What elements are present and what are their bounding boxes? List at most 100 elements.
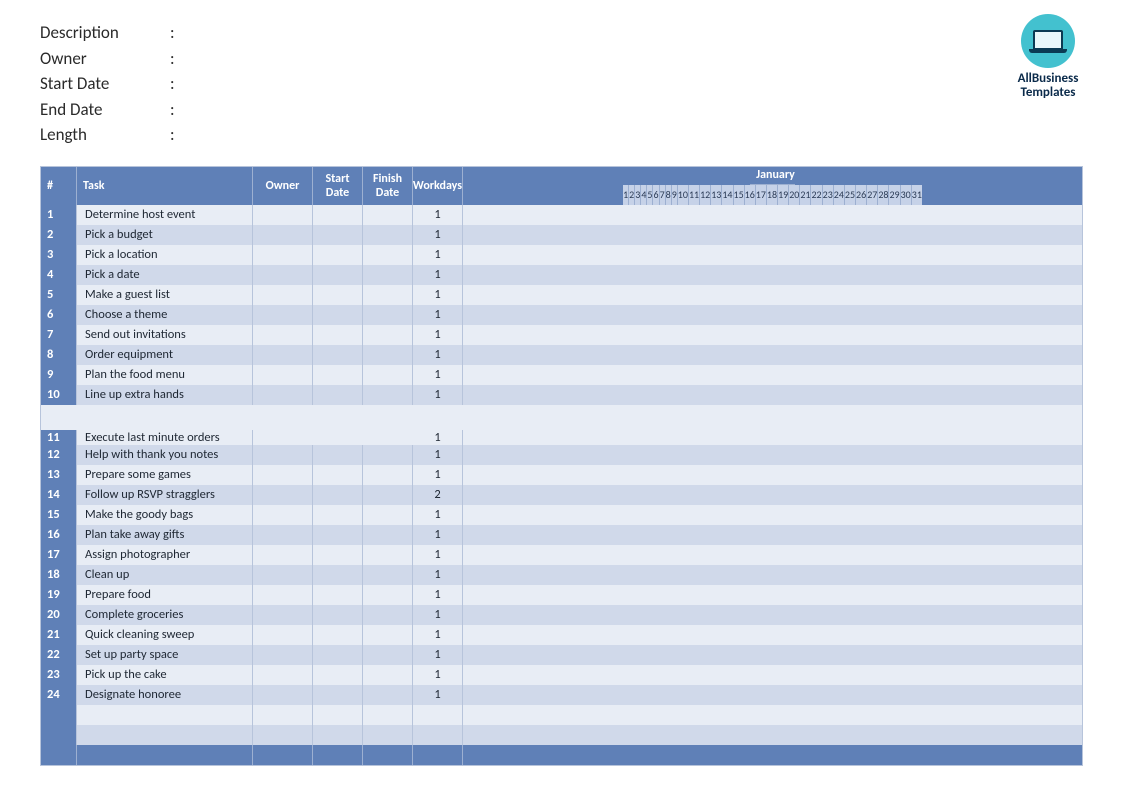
row-work[interactable]: 1 [413, 545, 463, 565]
row-owner[interactable] [253, 645, 313, 665]
row-start[interactable] [313, 245, 363, 265]
row-finish[interactable] [363, 305, 413, 325]
empty-cell[interactable] [253, 725, 313, 745]
row-owner[interactable] [253, 265, 313, 285]
empty-cell[interactable] [77, 705, 253, 725]
row-work[interactable]: 2 [413, 485, 463, 505]
row-task[interactable]: Pick a location [77, 245, 253, 265]
row-start[interactable] [313, 645, 363, 665]
row-task[interactable]: Plan take away gifts [77, 525, 253, 545]
row-finish[interactable] [363, 365, 413, 385]
row-work[interactable]: 1 [413, 685, 463, 705]
row-work[interactable]: 1 [413, 625, 463, 645]
row-start[interactable] [313, 345, 363, 365]
row-finish[interactable] [363, 345, 413, 365]
row-start[interactable] [313, 325, 363, 345]
row-task[interactable]: Pick a date [77, 265, 253, 285]
row-start[interactable] [313, 365, 363, 385]
row-task[interactable]: Send out invitations [77, 325, 253, 345]
row-owner[interactable] [253, 665, 313, 685]
row-owner[interactable] [253, 585, 313, 605]
empty-cell[interactable] [313, 705, 363, 725]
row-finish[interactable] [363, 205, 413, 225]
row-start[interactable] [313, 465, 363, 485]
row-task[interactable]: Help with thank you notes [77, 445, 253, 465]
row-owner[interactable] [253, 225, 313, 245]
row-finish[interactable] [363, 245, 413, 265]
empty-cell[interactable] [363, 705, 413, 725]
row-work[interactable]: 1 [413, 285, 463, 305]
row-finish[interactable] [363, 465, 413, 485]
row-finish[interactable] [363, 565, 413, 585]
row-work[interactable]: 1 [413, 225, 463, 245]
row-work[interactable]: 1 [413, 565, 463, 585]
row-task[interactable]: Assign photographer [77, 545, 253, 565]
row-finish[interactable] [363, 225, 413, 245]
row-owner[interactable] [253, 465, 313, 485]
row-work[interactable]: 1 [413, 505, 463, 525]
empty-cell[interactable] [413, 705, 463, 725]
row-start[interactable] [313, 485, 363, 505]
row-task[interactable]: Designate honoree [77, 685, 253, 705]
row-work[interactable]: 1 [413, 645, 463, 665]
row-owner[interactable] [253, 325, 313, 345]
row-owner[interactable] [253, 345, 313, 365]
row-work[interactable]: 1 [413, 325, 463, 345]
row-task[interactable]: Quick cleaning sweep [77, 625, 253, 645]
row-owner[interactable] [253, 305, 313, 325]
row-owner[interactable] [253, 385, 313, 405]
row-task[interactable]: Make a guest list [77, 285, 253, 305]
row-start[interactable] [313, 665, 363, 685]
row-finish[interactable] [363, 385, 413, 405]
row-finish[interactable] [363, 645, 413, 665]
row-owner[interactable] [253, 505, 313, 525]
row-finish[interactable] [363, 685, 413, 705]
row-finish[interactable] [363, 625, 413, 645]
row-task[interactable]: Prepare food [77, 585, 253, 605]
row-start[interactable] [313, 265, 363, 285]
row-start[interactable] [313, 205, 363, 225]
row-task[interactable]: Determine host event [77, 205, 253, 225]
row-owner[interactable] [253, 285, 313, 305]
row-finish[interactable] [363, 285, 413, 305]
row-owner[interactable] [253, 625, 313, 645]
row-task[interactable]: Complete groceries [77, 605, 253, 625]
row-task[interactable]: Execute last minute orders [77, 430, 253, 445]
row-work[interactable]: 1 [413, 465, 463, 485]
row-work[interactable]: 1 [413, 305, 463, 325]
row-task[interactable]: Clean up [77, 565, 253, 585]
row-finish[interactable] [363, 545, 413, 565]
row-work[interactable]: 1 [413, 445, 463, 465]
empty-cell[interactable] [253, 705, 313, 725]
row-task[interactable]: Follow up RSVP stragglers [77, 485, 253, 505]
row-work[interactable]: 1 [413, 205, 463, 225]
row-finish[interactable] [363, 525, 413, 545]
row-task[interactable]: Plan the food menu [77, 365, 253, 385]
row-finish[interactable] [363, 505, 413, 525]
row-start[interactable] [313, 565, 363, 585]
row-start[interactable] [313, 625, 363, 645]
row-owner[interactable] [253, 545, 313, 565]
row-finish[interactable] [363, 605, 413, 625]
row-start[interactable] [313, 305, 363, 325]
row-work[interactable]: 1 [413, 365, 463, 385]
row-owner[interactable] [253, 205, 313, 225]
row-work[interactable]: 1 [413, 585, 463, 605]
row-owner[interactable] [253, 485, 313, 505]
row-task[interactable]: Choose a theme [77, 305, 253, 325]
row-finish[interactable] [363, 485, 413, 505]
row-finish[interactable] [363, 265, 413, 285]
row-start[interactable] [313, 525, 363, 545]
row-task[interactable]: Line up extra hands [77, 385, 253, 405]
row-owner[interactable] [253, 445, 313, 465]
row-work[interactable]: 1 [413, 385, 463, 405]
row-task[interactable]: Prepare some games [77, 465, 253, 485]
row-start[interactable] [313, 605, 363, 625]
row-work[interactable]: 1 [413, 525, 463, 545]
row-finish[interactable] [363, 585, 413, 605]
row-work[interactable]: 1 [413, 665, 463, 685]
row-task[interactable]: Make the goody bags [77, 505, 253, 525]
row-start[interactable] [313, 585, 363, 605]
row-owner[interactable] [253, 565, 313, 585]
empty-cell[interactable] [77, 725, 253, 745]
